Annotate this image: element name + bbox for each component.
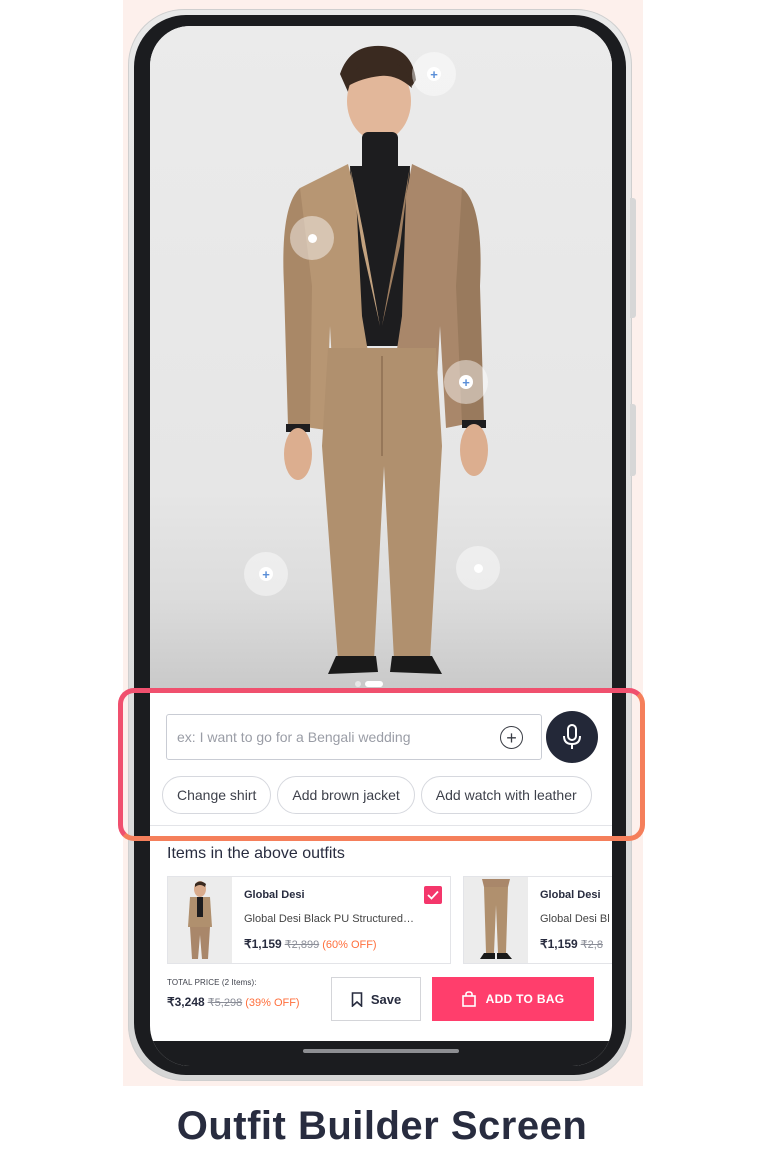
system-nav-bar [150,1041,612,1066]
add-to-bag-label: ADD TO BAG [485,992,565,1006]
dot-icon [307,233,317,243]
item-mrp: ₹2,899 [284,939,320,951]
dot-icon [473,563,483,573]
item-card-1[interactable]: Global Desi Global Desi Black PU Structu… [167,876,451,964]
item-prices: ₹1,159 ₹2,8 [540,937,603,951]
plus-icon: + [459,375,473,389]
trousers-thumbnail-image [480,879,512,959]
side-button-lower [630,404,636,476]
phone-screen: + + + + Change shirtAdd brown jacketAdd … [150,26,612,1066]
outfit-photo[interactable]: + + + [150,26,612,690]
model-figure [283,45,488,674]
item-mrp: ₹2,8 [580,939,603,951]
add-to-bag-button[interactable]: ADD TO BAG [432,977,594,1021]
suit-thumbnail-image [188,881,212,959]
hotspot-dot-2[interactable] [456,546,500,590]
item-thumbnail [168,877,232,963]
save-button[interactable]: Save [331,977,421,1021]
item-prices: ₹1,159 ₹2,899 (60% OFF) [244,937,377,951]
image-pager [355,681,383,687]
items-section-title: Items in the above outfits [167,845,345,862]
home-indicator[interactable] [303,1049,459,1053]
total-discount: (39% OFF) [245,997,300,1009]
item-price: ₹1,159 [244,937,282,951]
hotspot-add-3[interactable]: + [244,552,288,596]
item-thumbnail [464,877,528,963]
bookmark-icon [351,991,363,1007]
item-checkbox[interactable] [424,886,442,904]
side-button-upper [630,198,636,318]
plus-icon: + [259,567,273,581]
item-card-2[interactable]: Global Desi Global Desi Bl ₹1,159 ₹2,8 [463,876,612,964]
item-brand: Global Desi [540,889,601,901]
pager-dot[interactable] [355,681,361,687]
item-discount: (60% OFF) [322,939,377,951]
hotspot-dot-1[interactable] [290,216,334,260]
save-label: Save [370,991,402,1007]
plus-icon: + [427,67,441,81]
stage: + + + + Change shirtAdd brown jacketAdd … [0,0,764,1170]
total-price-label: TOTAL PRICE (2 Items): [167,978,257,987]
hotspot-add-1[interactable]: + [412,52,456,96]
pager-dot-active[interactable] [365,681,383,687]
item-name: Global Desi Bl [540,913,610,925]
screen-caption: Outfit Builder Screen [176,1104,588,1148]
item-price: ₹1,159 [540,937,578,951]
total-price-line: ₹3,248 ₹5,298 (39% OFF) [167,995,300,1009]
shopping-bag-icon [461,991,476,1007]
item-name: Global Desi Black PU Structured… [244,913,414,925]
total-mrp: ₹5,298 [207,997,243,1009]
hotspot-add-2[interactable]: + [444,360,488,404]
total-price: ₹3,248 [167,995,205,1009]
check-icon [427,890,439,900]
highlight-frame [118,688,645,841]
item-brand: Global Desi [244,889,305,901]
